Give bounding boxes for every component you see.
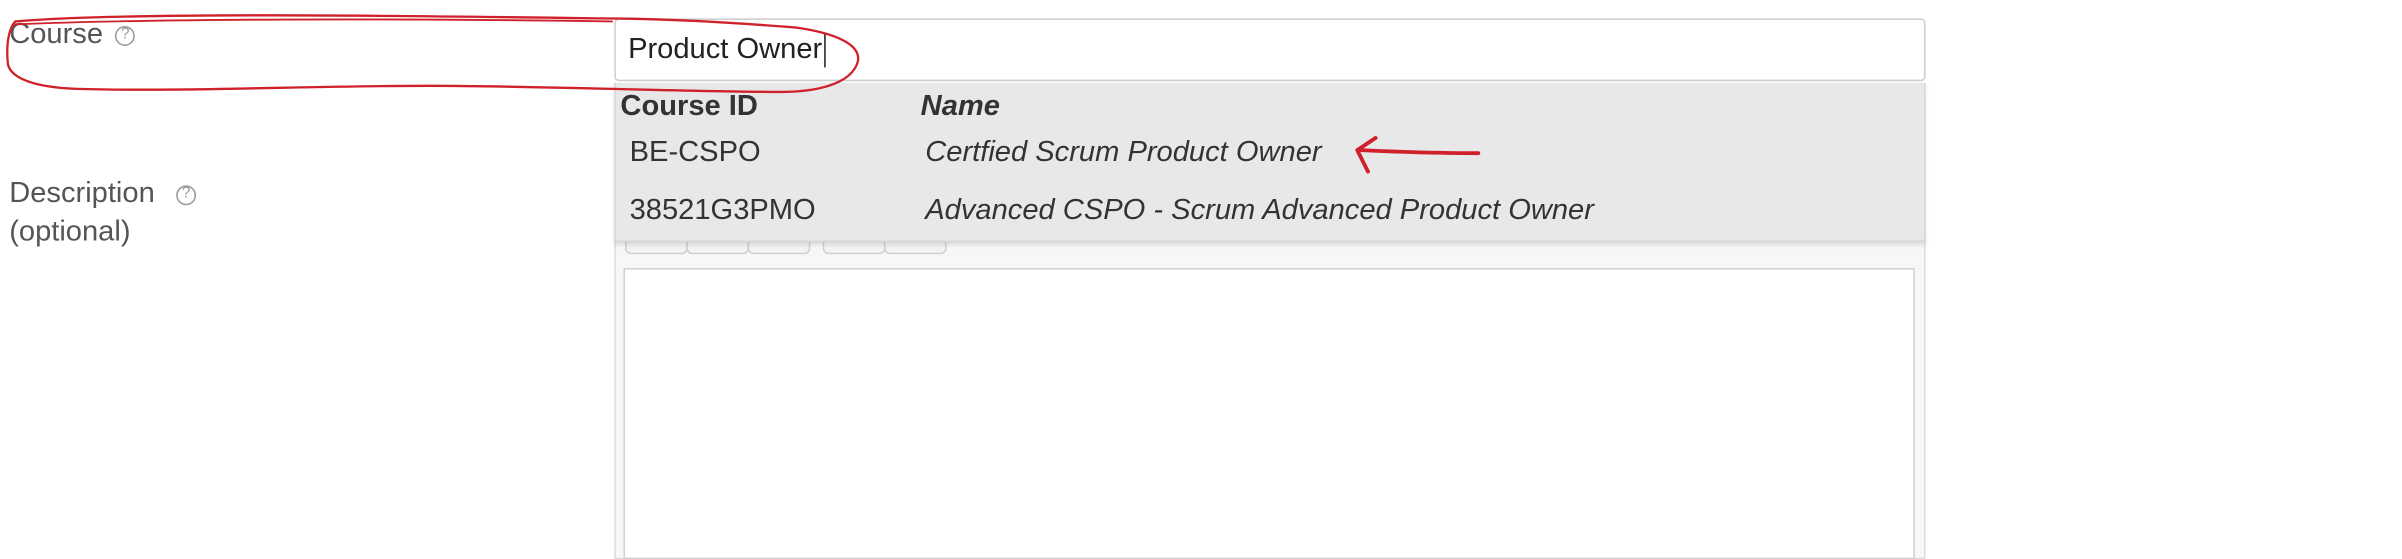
option-course-name: Certfied Scrum Product Owner — [925, 136, 1322, 169]
course-label-group: Course ? — [9, 18, 136, 52]
description-label: Description — [9, 177, 155, 210]
description-help-icon[interactable]: ? — [176, 184, 197, 205]
option-course-id: 38521G3PMO — [629, 194, 816, 227]
course-autocomplete-dropdown: Course ID Name BE-CSPO Certfied Scrum Pr… — [614, 82, 1926, 243]
description-optional-label: (optional) — [9, 216, 131, 249]
dropdown-option[interactable]: 38521G3PMO Advanced CSPO - Scrum Advance… — [616, 182, 1924, 237]
course-help-icon[interactable]: ? — [115, 25, 136, 46]
column-header-name: Name — [920, 90, 1000, 123]
text-caret — [823, 32, 826, 67]
course-input-value: Product Owner — [628, 32, 823, 66]
description-textarea[interactable] — [623, 268, 1915, 559]
course-label: Course — [9, 18, 104, 51]
description-label-group: Description ? — [9, 177, 197, 212]
option-course-id: BE-CSPO — [629, 136, 761, 169]
dropdown-option[interactable]: BE-CSPO Certfied Scrum Product Owner — [616, 124, 1924, 179]
course-search-input[interactable]: Product Owner — [614, 18, 1926, 82]
column-header-course-id: Course ID — [620, 90, 758, 123]
form-page: Course ? Description ? (optional) Produc… — [0, 0, 2402, 559]
option-course-name: Advanced CSPO - Scrum Advanced Product O… — [925, 194, 1594, 227]
